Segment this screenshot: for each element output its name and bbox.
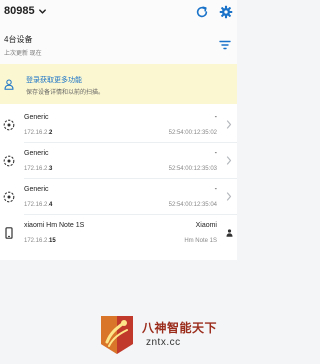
device-model: Hm Note 1S xyxy=(184,238,217,244)
banner-subtitle: 保存设备详情和以前的扫描。 xyxy=(26,90,105,96)
device-ip: 172.16.2.15 xyxy=(24,238,56,244)
device-vendor: - xyxy=(214,114,217,121)
device-name: Generic xyxy=(24,114,49,121)
person-outline-icon xyxy=(4,79,14,90)
watermark-logo xyxy=(101,316,133,354)
device-vendor: - xyxy=(214,186,217,193)
top-bar: 80985 xyxy=(0,0,237,28)
device-mac: 52:54:00:12:35:02 xyxy=(168,130,217,136)
device-ip: 172.16.2.2 xyxy=(24,130,53,136)
row-divider xyxy=(24,142,237,143)
device-row[interactable]: Generic 172.16.2.3 - 52:54:00:12:35:03 xyxy=(0,144,237,178)
watermark-text: 八神智能天下 xyxy=(142,321,218,335)
device-ip: 172.16.2.4 xyxy=(24,202,53,208)
row-divider xyxy=(24,178,237,179)
row-divider xyxy=(24,214,237,215)
device-name: Generic xyxy=(24,150,49,157)
chevron-right-icon xyxy=(226,156,232,165)
app-screen: 80985 4台设备 上次更新 现在 登录获取更多功能 保存设备详情和以前的扫描… xyxy=(0,0,237,364)
chevron-right-icon xyxy=(226,192,232,201)
device-row[interactable]: xiaomi Hm Note 1S 172.16.2.15 Xiaomi Hm … xyxy=(0,216,237,250)
generic-device-icon xyxy=(3,155,15,167)
device-row[interactable]: Generic 172.16.2.4 - 52:54:00:12:35:04 xyxy=(0,180,237,214)
device-name: xiaomi Hm Note 1S xyxy=(24,222,85,229)
device-mac: 52:54:00:12:35:03 xyxy=(168,166,217,172)
network-name: 80985 xyxy=(4,5,35,17)
device-name: Generic xyxy=(24,186,49,193)
device-row[interactable]: Generic 172.16.2.2 - 52:54:00:12:35:02 xyxy=(0,108,237,142)
phone-icon xyxy=(5,227,13,239)
refresh-icon[interactable] xyxy=(195,5,209,19)
filter-icon[interactable] xyxy=(219,40,231,50)
device-vendor: - xyxy=(214,150,217,157)
gear-icon[interactable] xyxy=(219,5,233,19)
banner-title: 登录获取更多功能 xyxy=(26,77,82,84)
chevron-down-icon xyxy=(38,8,46,14)
device-mac: 52:54:00:12:35:04 xyxy=(168,202,217,208)
device-vendor: Xiaomi xyxy=(195,222,217,229)
watermark-url: zntx.cc xyxy=(146,337,181,348)
chevron-right-icon xyxy=(226,120,232,129)
generic-device-icon xyxy=(3,191,15,203)
device-count: 4台设备 xyxy=(4,35,33,44)
last-updated: 上次更新 现在 xyxy=(4,51,42,57)
device-list: Generic 172.16.2.2 - 52:54:00:12:35:02 G… xyxy=(0,104,237,260)
person-icon xyxy=(226,229,233,237)
login-banner[interactable]: 登录获取更多功能 保存设备详情和以前的扫描。 xyxy=(0,64,237,104)
device-ip: 172.16.2.3 xyxy=(24,166,53,172)
scan-summary: 4台设备 上次更新 现在 xyxy=(0,28,237,64)
generic-device-icon xyxy=(3,119,15,131)
network-selector[interactable]: 80985 xyxy=(4,5,47,17)
